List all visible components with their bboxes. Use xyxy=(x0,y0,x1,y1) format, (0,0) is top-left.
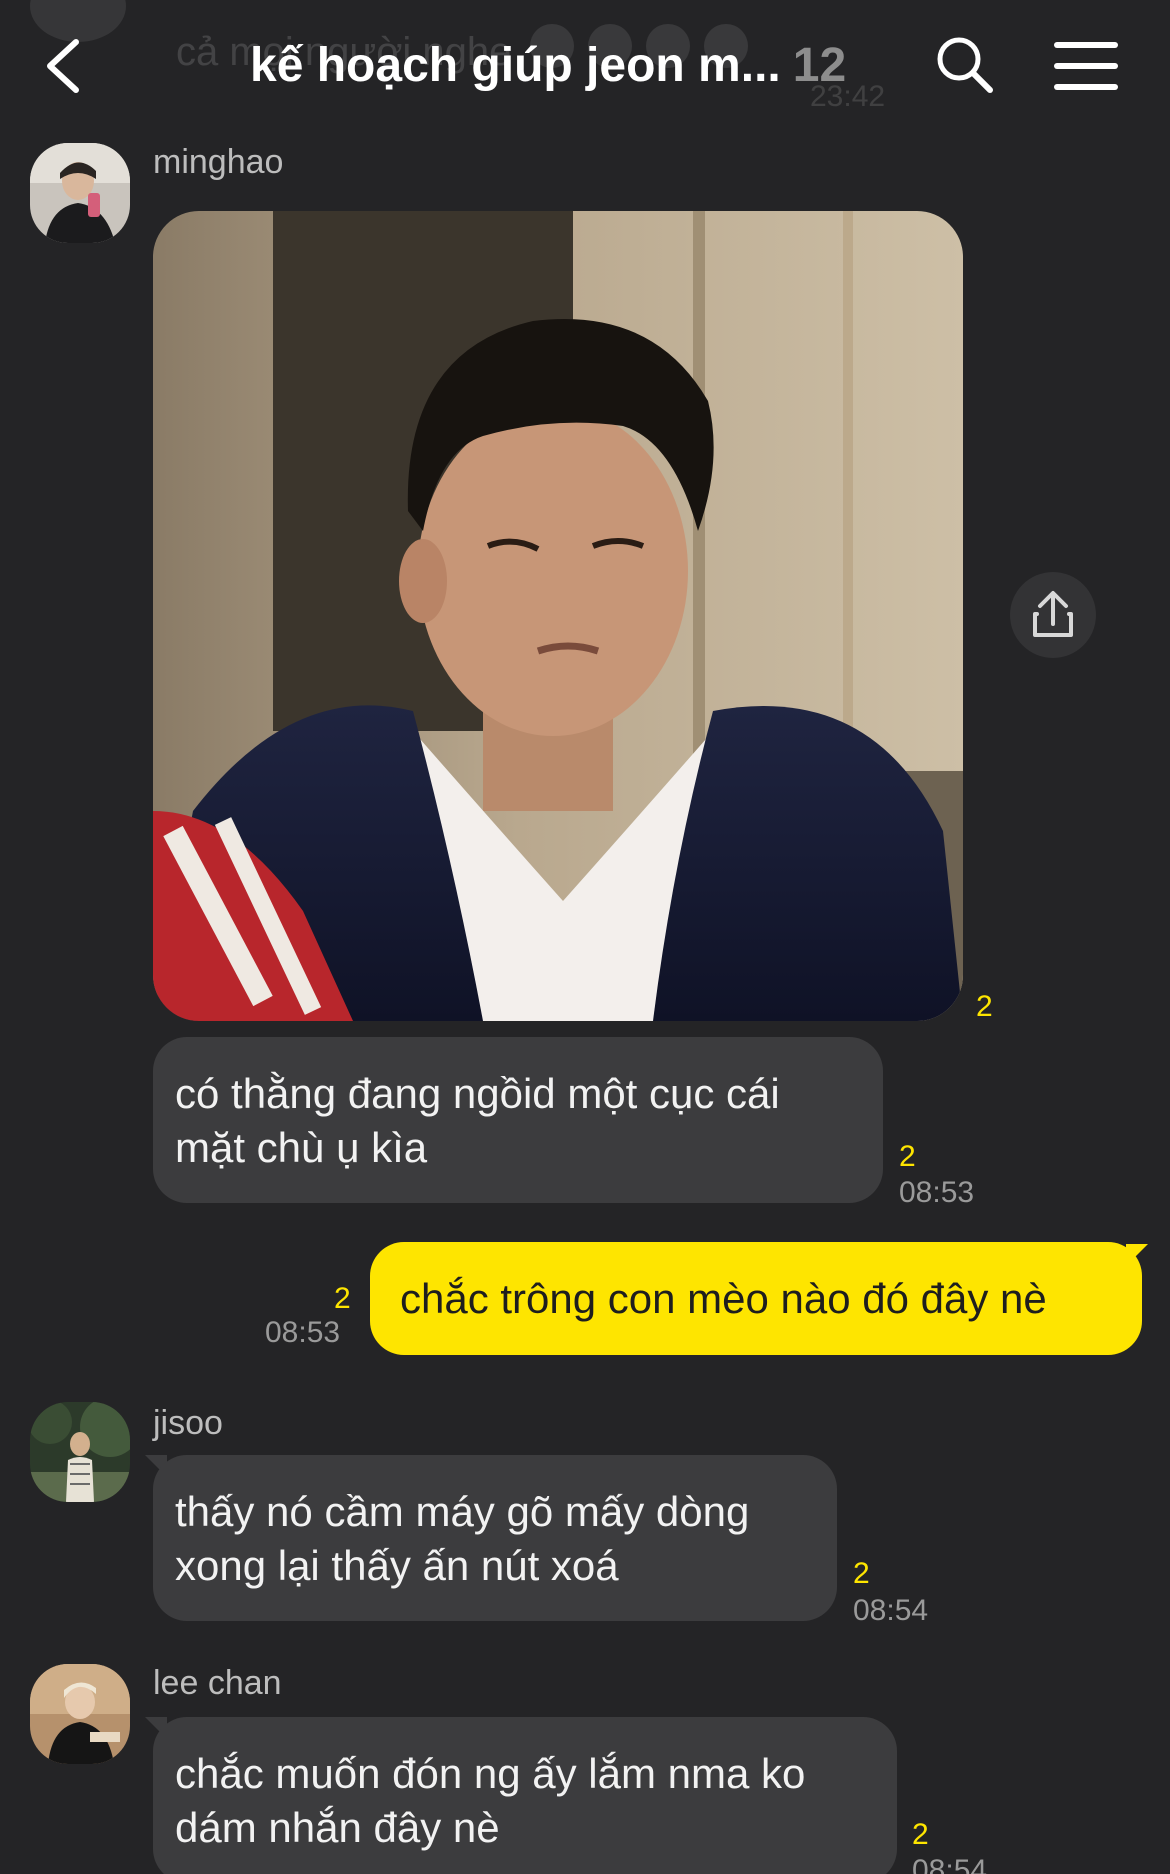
message-bubble-outgoing[interactable]: chắc trông con mèo nào đó đây nè xyxy=(370,1242,1142,1355)
message-line: dám nhắn đây nè xyxy=(175,1804,500,1851)
share-icon xyxy=(1033,591,1073,637)
message-time: 08:54 xyxy=(853,1594,929,1627)
message-line: chắc muốn đón ng ấy lắm nma ko xyxy=(175,1750,806,1797)
chat-title: kế hoạch giúp jeon m... xyxy=(250,39,781,92)
avatar-image xyxy=(30,1664,130,1764)
share-button[interactable] xyxy=(1010,572,1096,658)
unread-count: 2 xyxy=(853,1557,870,1590)
message-time: 08:53 xyxy=(265,1316,341,1349)
search-icon xyxy=(937,37,993,93)
unread-count: 2 xyxy=(976,990,993,1023)
avatar-minghao[interactable] xyxy=(30,143,130,243)
avatar-image xyxy=(30,143,130,243)
message-time: 08:54 xyxy=(912,1854,988,1874)
message-line: xong lại thấy ấn nút xoá xyxy=(175,1542,619,1589)
member-count: 12 xyxy=(792,39,847,92)
unread-count: 2 xyxy=(899,1140,916,1173)
sender-name: minghao xyxy=(153,143,284,181)
unread-count: 2 xyxy=(912,1818,929,1851)
chat-header: cả mọi người nghe 23:42 kế hoạch giúp je… xyxy=(0,0,1170,130)
search-button[interactable] xyxy=(934,34,996,96)
message-bubble[interactable]: chắc muốn đón ng ấy lắm nma ko dám nhắn … xyxy=(153,1717,897,1874)
message-time: 08:53 xyxy=(899,1176,975,1209)
message-line: chắc trông con mèo nào đó đây nè xyxy=(400,1275,1047,1322)
sender-name: jisoo xyxy=(153,1404,223,1442)
chat-screen: cả mọi người nghe 23:42 kế hoạch giúp je… xyxy=(0,0,1170,1874)
chat-title-area[interactable]: kế hoạch giúp jeon m... 12 xyxy=(250,38,846,93)
photo-image xyxy=(153,211,963,1021)
shared-photo[interactable] xyxy=(153,211,963,1021)
avatar-jisoo[interactable] xyxy=(30,1402,130,1502)
bubble-tail xyxy=(1126,1244,1148,1266)
message-line: có thằng đang ngồid một cục cái xyxy=(175,1070,780,1117)
message-line: thấy nó cầm máy gõ mấy dòng xyxy=(175,1488,750,1535)
chevron-left-icon xyxy=(47,39,79,93)
avatar-image xyxy=(30,1402,130,1502)
message-line: mặt chù ụ kìa xyxy=(175,1124,428,1171)
message-bubble[interactable]: thấy nó cầm máy gõ mấy dòng xong lại thấ… xyxy=(153,1455,837,1621)
sender-name: lee chan xyxy=(153,1664,282,1702)
unread-count: 2 xyxy=(334,1282,351,1315)
menu-button[interactable] xyxy=(1054,40,1118,92)
back-button[interactable] xyxy=(40,36,90,96)
avatar-lee-chan[interactable] xyxy=(30,1664,130,1764)
message-bubble[interactable]: có thằng đang ngồid một cục cái mặt chù … xyxy=(153,1037,883,1203)
hamburger-menu-icon xyxy=(1054,42,1118,90)
